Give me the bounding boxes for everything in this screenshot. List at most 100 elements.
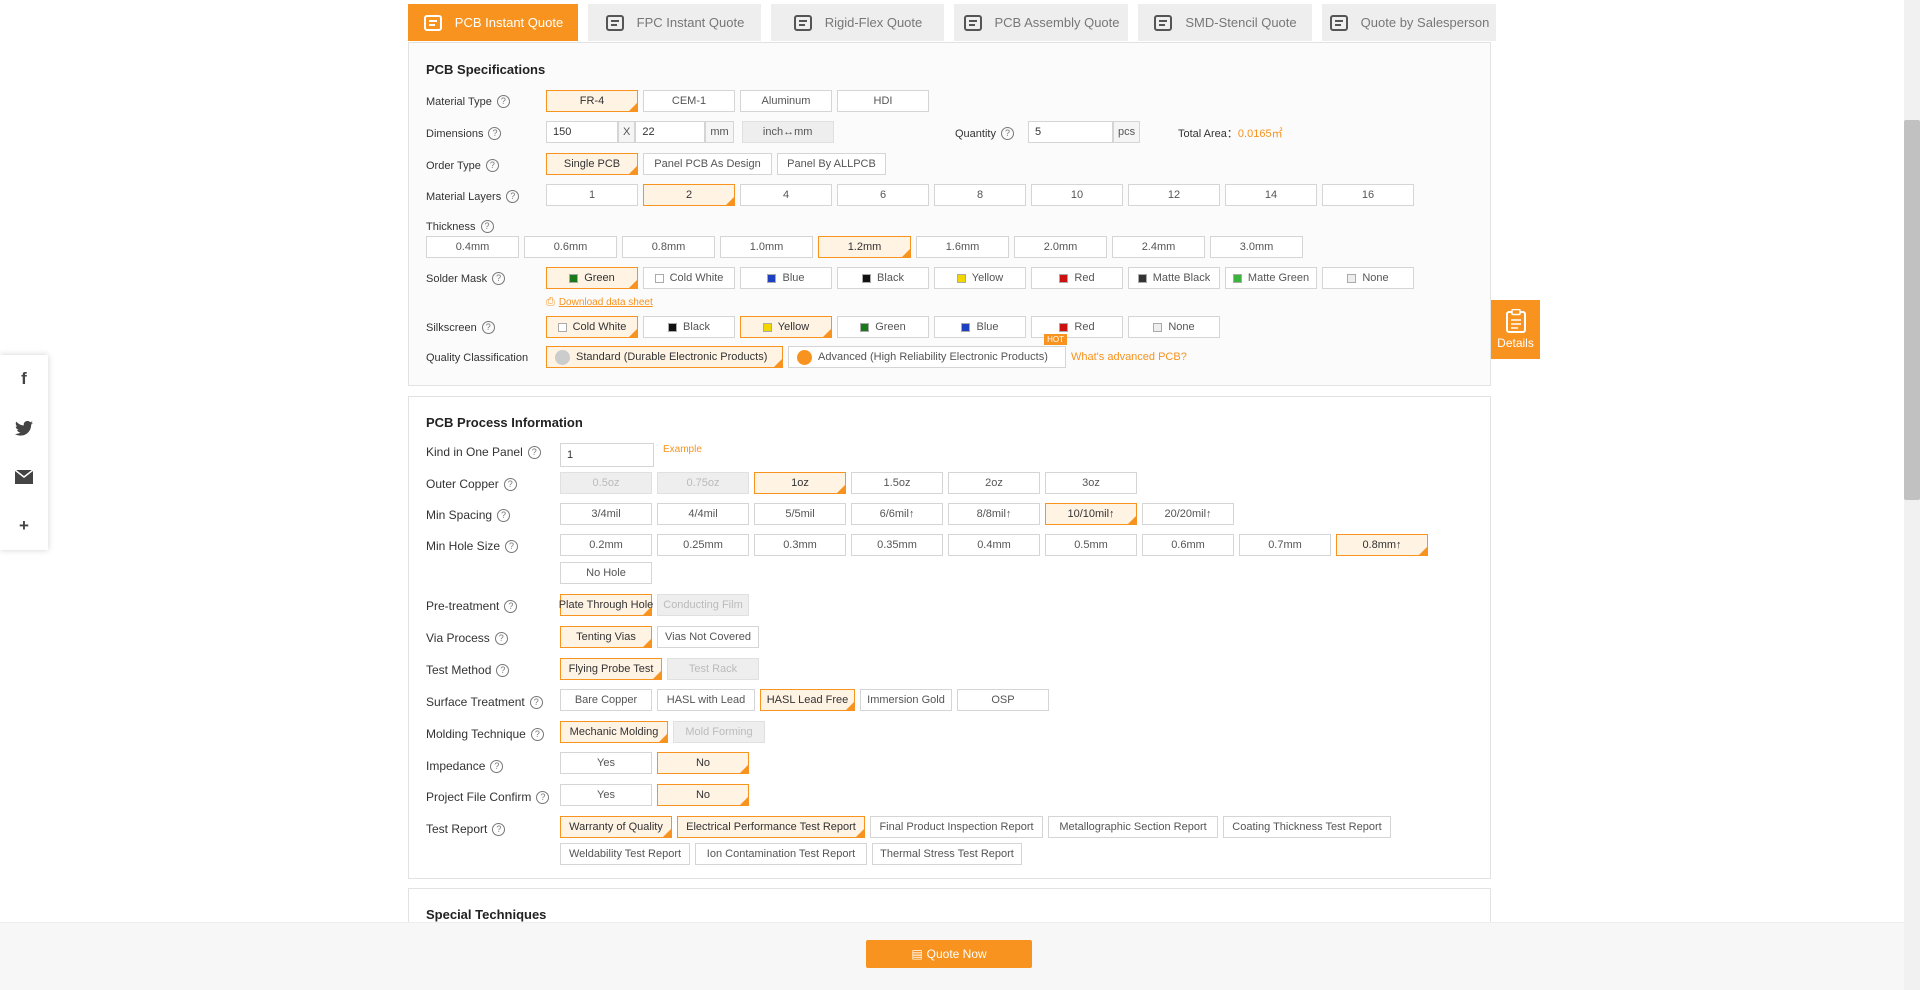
option-0-4mm[interactable]: 0.4mm	[426, 236, 519, 258]
option-4[interactable]: 4	[740, 184, 832, 206]
kind-input[interactable]	[560, 443, 654, 467]
option-fr-4[interactable]: FR-4	[546, 90, 638, 112]
tab-quote-by-salesperson[interactable]: Quote by Salesperson	[1322, 4, 1496, 41]
plus-icon[interactable]: +	[14, 516, 34, 536]
tab-smd-stencil-quote[interactable]: SMD-Stencil Quote	[1138, 4, 1312, 41]
option-bare-copper[interactable]: Bare Copper	[560, 689, 652, 711]
option-blue[interactable]: Blue	[740, 267, 832, 289]
example-link[interactable]: Example	[663, 444, 702, 455]
help-icon[interactable]: ?	[492, 822, 506, 836]
option-metallographic-section-report[interactable]: Metallographic Section Report	[1048, 816, 1218, 838]
help-icon[interactable]: ?	[496, 95, 510, 108]
option-immersion-gold[interactable]: Immersion Gold	[860, 689, 952, 711]
unit-toggle-button[interactable]: inch↔mm	[741, 121, 834, 143]
option-8-8mil[interactable]: 8/8mil↑	[948, 503, 1040, 525]
option-cem-1[interactable]: CEM-1	[643, 90, 735, 112]
help-icon[interactable]: ?	[490, 759, 504, 773]
details-button[interactable]: Details	[1491, 300, 1540, 359]
option-plate-through-hole[interactable]: Plate Through Hole	[559, 594, 653, 616]
option-10-10mil[interactable]: 10/10mil↑	[1045, 503, 1137, 525]
option-yellow[interactable]: Yellow	[740, 316, 832, 338]
option-no[interactable]: No	[657, 752, 749, 774]
tab-pcb-assembly-quote[interactable]: PCB Assembly Quote	[954, 4, 1128, 41]
option-0-6mm[interactable]: 0.6mm	[524, 236, 617, 258]
option-1oz[interactable]: 1oz	[754, 472, 846, 494]
option-0-6mm[interactable]: 0.6mm	[1142, 534, 1234, 556]
option-1-6mm[interactable]: 1.6mm	[916, 236, 1009, 258]
option-weldability-test-report[interactable]: Weldability Test Report	[560, 843, 690, 865]
option-hasl-with-lead[interactable]: HASL with Lead	[657, 689, 755, 711]
download-datasheet-link[interactable]: ⎙ Download data sheet	[546, 296, 653, 309]
option-blue[interactable]: Blue	[934, 316, 1026, 338]
option-0-7mm[interactable]: 0.7mm	[1239, 534, 1331, 556]
option-none[interactable]: None	[1322, 267, 1414, 289]
option-yellow[interactable]: Yellow	[934, 267, 1026, 289]
option-0-2mm[interactable]: 0.2mm	[560, 534, 652, 556]
option-yes[interactable]: Yes	[560, 784, 652, 806]
option-0-35mm[interactable]: 0.35mm	[851, 534, 943, 556]
email-icon[interactable]	[14, 467, 34, 487]
option-1-2mm[interactable]: 1.2mm	[818, 236, 911, 258]
scrollbar-thumb[interactable]	[1904, 120, 1920, 500]
tab-pcb-instant-quote[interactable]: PCB Instant Quote	[408, 4, 578, 41]
option-2[interactable]: 2	[643, 184, 735, 206]
option-2-4mm[interactable]: 2.4mm	[1112, 236, 1205, 258]
option-0-3mm[interactable]: 0.3mm	[754, 534, 846, 556]
help-icon[interactable]: ?	[504, 599, 518, 613]
help-icon[interactable]: ?	[494, 631, 508, 645]
height-input[interactable]	[635, 121, 706, 143]
option-3-4mil[interactable]: 3/4mil	[560, 503, 652, 525]
option-0-8mm[interactable]: 0.8mm↑	[1336, 534, 1428, 556]
help-icon[interactable]: ?	[527, 445, 541, 459]
help-icon[interactable]: ?	[485, 159, 499, 172]
option-yes[interactable]: Yes	[560, 752, 652, 774]
option-1-5oz[interactable]: 1.5oz	[851, 472, 943, 494]
option-none[interactable]: None	[1128, 316, 1220, 338]
option-3oz[interactable]: 3oz	[1045, 472, 1137, 494]
option-thermal-stress-test-report[interactable]: Thermal Stress Test Report	[872, 843, 1022, 865]
option-5-5mil[interactable]: 5/5mil	[754, 503, 846, 525]
option-green[interactable]: Green	[837, 316, 929, 338]
help-icon[interactable]: ?	[492, 272, 506, 285]
option-0-5mm[interactable]: 0.5mm	[1045, 534, 1137, 556]
option-1-0mm[interactable]: 1.0mm	[720, 236, 813, 258]
help-icon[interactable]: ?	[496, 663, 510, 677]
option-mechanic-molding[interactable]: Mechanic Molding	[560, 721, 668, 743]
option-tenting-vias[interactable]: Tenting Vias	[560, 626, 652, 648]
option-single-pcb[interactable]: Single PCB	[546, 153, 638, 175]
option-16[interactable]: 16	[1322, 184, 1414, 206]
option-hasl-lead-free[interactable]: HASL Lead Free	[760, 689, 855, 711]
option-panel-by-allpcb[interactable]: Panel By ALLPCB	[777, 153, 886, 175]
option-red[interactable]: Red	[1031, 267, 1123, 289]
option-8[interactable]: 8	[934, 184, 1026, 206]
facebook-icon[interactable]: f	[14, 369, 34, 389]
option-aluminum[interactable]: Aluminum	[740, 90, 832, 112]
quality-advanced-option[interactable]: Advanced (High Reliability Electronic Pr…	[788, 334, 1067, 368]
option-14[interactable]: 14	[1225, 184, 1317, 206]
option-6-6mil[interactable]: 6/6mil↑	[851, 503, 943, 525]
option-3-0mm[interactable]: 3.0mm	[1210, 236, 1303, 258]
help-icon[interactable]: ?	[480, 220, 494, 233]
quantity-input[interactable]	[1028, 121, 1113, 143]
help-icon[interactable]: ?	[481, 321, 495, 334]
option-20-20mil[interactable]: 20/20mil↑	[1142, 503, 1234, 525]
option-0-4mm[interactable]: 0.4mm	[948, 534, 1040, 556]
option-4-4mil[interactable]: 4/4mil	[657, 503, 749, 525]
option-2-0mm[interactable]: 2.0mm	[1014, 236, 1107, 258]
twitter-icon[interactable]	[14, 418, 34, 438]
option-no[interactable]: No	[657, 784, 749, 806]
tab-rigid-flex-quote[interactable]: Rigid-Flex Quote	[771, 4, 944, 41]
quality-standard-option[interactable]: Standard (Durable Electronic Products)	[546, 346, 783, 368]
option-electrical-performance-test-report[interactable]: Electrical Performance Test Report	[677, 816, 865, 838]
help-icon[interactable]: ?	[1000, 127, 1014, 140]
help-icon[interactable]: ?	[488, 127, 502, 140]
option-vias-not-covered[interactable]: Vias Not Covered	[657, 626, 759, 648]
option-ion-contamination-test-report[interactable]: Ion Contamination Test Report	[695, 843, 867, 865]
help-icon[interactable]: ?	[505, 539, 519, 553]
option-matte-black[interactable]: Matte Black	[1128, 267, 1220, 289]
option-hdi[interactable]: HDI	[837, 90, 929, 112]
quote-now-button[interactable]: ▤ Quote Now	[866, 940, 1032, 968]
option-matte-green[interactable]: Matte Green	[1225, 267, 1317, 289]
help-icon[interactable]: ?	[503, 477, 517, 491]
option-black[interactable]: Black	[643, 316, 735, 338]
